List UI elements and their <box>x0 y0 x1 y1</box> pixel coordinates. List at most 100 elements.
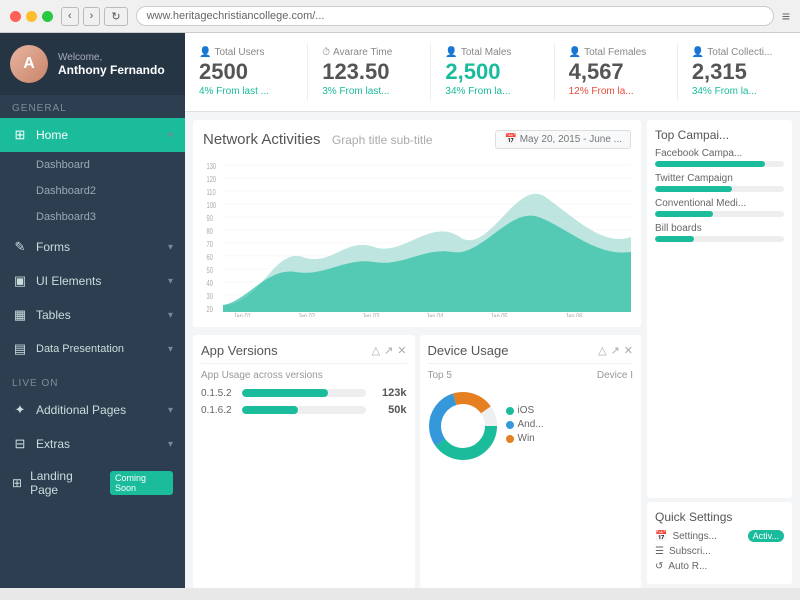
qs-item-settings[interactable]: 📅 Settings... Activ... <box>655 530 784 542</box>
stat-sub: 12% From la... <box>569 86 663 97</box>
version-bar <box>242 406 298 414</box>
qs-label: Settings... <box>672 531 716 542</box>
svg-text:40: 40 <box>207 280 213 288</box>
sidebar-item-data-presentation[interactable]: ▤ Data Presentation ▾ <box>0 332 185 366</box>
user-name: Anthony Fernando <box>58 63 165 77</box>
sidebar-item-tables[interactable]: ▦ Tables ▾ <box>0 298 185 332</box>
stat-value: 4,567 <box>569 60 663 84</box>
content-area: Network Activities Graph title sub-title… <box>185 112 800 588</box>
fullscreen-button[interactable] <box>42 11 53 22</box>
svg-text:Jan 06: Jan 06 <box>565 313 582 317</box>
tables-icon: ▦ <box>12 307 28 323</box>
stat-total-males: 👤Total Males 2,500 34% From la... <box>431 43 554 101</box>
app-usage-label: App Usage across versions <box>201 370 407 381</box>
qs-item-subscriptions[interactable]: ☰ Subscri... <box>655 546 784 557</box>
extras-icon: ⊟ <box>12 436 28 452</box>
close-icon[interactable]: ✕ <box>397 344 406 357</box>
chevron-down-icon: ▾ <box>168 276 173 287</box>
ui-elements-icon: ▣ <box>12 273 28 289</box>
svg-text:Jan 04: Jan 04 <box>426 313 443 317</box>
stat-total-collections: 👤Total Collecti... 2,315 34% From la... <box>678 43 800 101</box>
app-version-row: 0.1.5.2 123k <box>201 387 407 399</box>
refresh-icon: ↺ <box>655 561 663 572</box>
stat-label: 👤Total Collecti... <box>692 47 786 58</box>
panel-header: App Versions △ ↗ ✕ <box>201 343 407 364</box>
svg-text:Jan 03: Jan 03 <box>362 313 379 317</box>
pin-icon[interactable]: ↗ <box>384 344 393 357</box>
android-label: And... <box>518 419 544 430</box>
campaign-item-billboards: Bill boards <box>655 223 784 242</box>
qs-item-auto-r[interactable]: ↺ Auto R... <box>655 561 784 572</box>
panel-actions: △ ↗ ✕ <box>372 344 407 357</box>
stat-label: 👤Total Males <box>445 47 539 58</box>
legend-item-ios: iOS <box>506 405 634 416</box>
landing-page-label: Landing Page <box>30 469 102 497</box>
home-icon: ⊞ <box>12 127 28 143</box>
top-5-label: Top 5 <box>428 370 452 381</box>
campaign-bar <box>655 186 732 192</box>
browser-chrome: ‹ › ↻ www.heritagechristiancollege.com/.… <box>0 0 800 33</box>
browser-menu-icon[interactable]: ≡ <box>782 8 790 24</box>
chart-svg: 130 120 110 100 90 80 70 60 50 40 30 20 <box>203 157 631 317</box>
list-icon: ☰ <box>655 546 664 557</box>
device-legend: iOS And... Win <box>506 405 634 447</box>
sidebar-item-ui-elements[interactable]: ▣ UI Elements ▾ <box>0 264 185 298</box>
campaign-name: Bill boards <box>655 223 784 234</box>
sidebar-item-dashboard[interactable]: Dashboard <box>0 152 185 178</box>
campaign-bar-bg <box>655 236 784 242</box>
svg-text:Jan 02: Jan 02 <box>298 313 315 317</box>
stat-total-users: 👤Total Users 2500 4% From last ... <box>185 43 308 101</box>
svg-text:20: 20 <box>207 306 213 314</box>
device-header-row: Top 5 Device I <box>428 370 634 387</box>
app-versions-panel: App Versions △ ↗ ✕ App Usage across vers… <box>193 335 415 588</box>
stat-value: 2,500 <box>445 60 539 84</box>
quick-settings-panel: Quick Settings 📅 Settings... Activ... ☰ … <box>647 502 792 584</box>
sidebar-item-dashboard3[interactable]: Dashboard3 <box>0 204 185 230</box>
stat-sub: 34% From la... <box>445 86 539 97</box>
sidebar-item-dashboard2[interactable]: Dashboard2 <box>0 178 185 204</box>
stat-value: 2,315 <box>692 60 786 84</box>
landing-page-item[interactable]: ⊞ Landing Page Coming Soon <box>0 461 185 505</box>
sidebar-item-forms[interactable]: ✎ Forms ▾ <box>0 230 185 264</box>
date-range-badge[interactable]: 📅 May 20, 2015 - June ... <box>495 130 631 149</box>
campaign-name: Conventional Medi... <box>655 198 784 209</box>
minimize-button[interactable] <box>26 11 37 22</box>
forms-icon: ✎ <box>12 239 28 255</box>
svg-text:80: 80 <box>207 228 213 236</box>
legend-item-windows: Win <box>506 433 634 444</box>
back-button[interactable]: ‹ <box>61 7 79 26</box>
panel-title: App Versions <box>201 343 278 358</box>
version-count: 50k <box>372 404 407 416</box>
expand-icon[interactable]: △ <box>372 344 380 357</box>
address-bar[interactable]: www.heritagechristiancollege.com/... <box>136 6 774 26</box>
user-section: A Welcome, Anthony Fernando <box>0 33 185 95</box>
campaign-bar <box>655 236 694 242</box>
chevron-down-icon: ▾ <box>168 344 173 355</box>
sidebar-item-label: Forms <box>36 240 70 254</box>
version-label: 0.1.6.2 <box>201 405 236 416</box>
svg-text:50: 50 <box>207 267 213 275</box>
network-activities-section: Network Activities Graph title sub-title… <box>193 120 641 327</box>
qs-label: Auto R... <box>668 561 707 572</box>
bottom-panels: App Versions △ ↗ ✕ App Usage across vers… <box>193 335 641 588</box>
panel-title: Device Usage <box>428 343 509 358</box>
calendar-icon: 📅 <box>655 531 667 542</box>
network-chart: 130 120 110 100 90 80 70 60 50 40 30 20 <box>203 157 631 317</box>
legend-item-android: And... <box>506 419 634 430</box>
sidebar-item-home[interactable]: ⊞ Home ▾ <box>0 118 185 152</box>
campaign-name: Facebook Campa... <box>655 148 784 159</box>
sidebar-item-additional-pages[interactable]: ✦ Additional Pages ▾ <box>0 393 185 427</box>
app-version-row: 0.1.6.2 50k <box>201 404 407 416</box>
close-icon[interactable]: ✕ <box>624 344 633 357</box>
ios-label: iOS <box>518 405 535 416</box>
sidebar-item-extras[interactable]: ⊟ Extras ▾ <box>0 427 185 461</box>
expand-icon[interactable]: △ <box>598 344 606 357</box>
avatar: A <box>10 45 48 83</box>
stat-label: ⏱Avarare Time <box>322 47 416 58</box>
svg-text:30: 30 <box>207 293 213 301</box>
reload-button[interactable]: ↻ <box>104 7 127 26</box>
svg-text:110: 110 <box>207 189 216 197</box>
pin-icon[interactable]: ↗ <box>611 344 620 357</box>
close-button[interactable] <box>10 11 21 22</box>
forward-button[interactable]: › <box>83 7 101 26</box>
